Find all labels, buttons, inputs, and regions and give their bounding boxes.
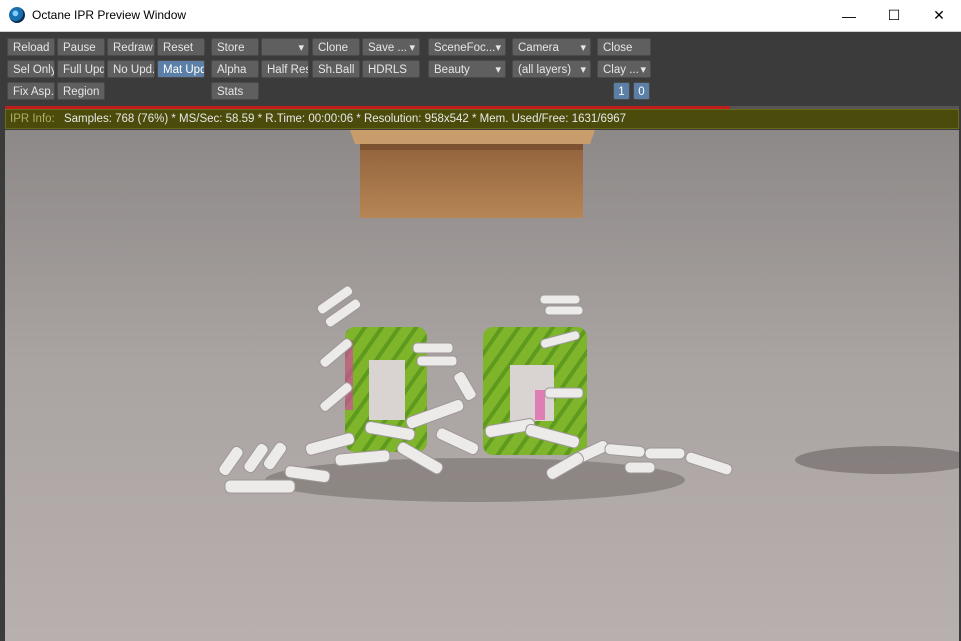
window-title: Octane IPR Preview Window xyxy=(32,8,187,22)
ipr-info-bar: IPR Info: Samples: 768 (76%) * MS/Sec: 5… xyxy=(5,109,959,129)
octane-logo-icon xyxy=(9,7,25,23)
close-window-button[interactable]: ✕ xyxy=(916,0,961,31)
reset-button[interactable]: Reset xyxy=(157,38,205,56)
save-dropdown[interactable]: Save ... xyxy=(362,38,420,56)
camera-dropdown[interactable]: Camera xyxy=(512,38,591,56)
stats-button[interactable]: Stats xyxy=(211,82,259,100)
kernel-dropdown[interactable]: Clay ... xyxy=(597,60,651,78)
ipr-toolbar: Reload Pause Redraw Reset Store Clone Sa… xyxy=(0,32,961,105)
material-update-button[interactable]: Mat Upd xyxy=(157,60,205,78)
clone-button[interactable]: Clone xyxy=(312,38,360,56)
close-button[interactable]: Close xyxy=(597,38,651,56)
sel-only-button[interactable]: Sel Only xyxy=(7,60,55,78)
scene-focus-dropdown[interactable]: SceneFoc... xyxy=(428,38,506,56)
reload-button[interactable]: Reload xyxy=(7,38,55,56)
pause-button[interactable]: Pause xyxy=(57,38,105,56)
half-res-button[interactable]: Half Res xyxy=(261,60,309,78)
view-0-button[interactable]: 0 xyxy=(633,82,650,100)
maximize-button[interactable]: ☐ xyxy=(871,0,917,31)
minimize-button[interactable]: — xyxy=(826,0,872,31)
store-button[interactable]: Store xyxy=(211,38,259,56)
no-update-button[interactable]: No Upd. xyxy=(107,60,155,78)
ipr-info-label: IPR Info: xyxy=(10,113,55,125)
layers-dropdown[interactable]: (all layers) xyxy=(512,60,591,78)
shader-ball-button[interactable]: Sh.Ball xyxy=(312,60,360,78)
render-image xyxy=(5,130,959,641)
title-bar: Octane IPR Preview Window — ☐ ✕ xyxy=(0,0,961,32)
full-update-button[interactable]: Full Upd. xyxy=(57,60,105,78)
store-slot-dropdown[interactable] xyxy=(261,38,309,56)
hdrls-button[interactable]: HDRLS xyxy=(362,60,420,78)
view-1-button[interactable]: 1 xyxy=(613,82,630,100)
render-pass-dropdown[interactable]: Beauty xyxy=(428,60,506,78)
render-viewport[interactable] xyxy=(5,130,959,641)
fix-aspect-button[interactable]: Fix Asp. xyxy=(7,82,55,100)
redraw-button[interactable]: Redraw xyxy=(107,38,155,56)
alpha-button[interactable]: Alpha xyxy=(211,60,259,78)
ipr-info-text: Samples: 768 (76%) * MS/Sec: 58.59 * R.T… xyxy=(63,113,627,125)
region-button[interactable]: Region xyxy=(57,82,105,100)
